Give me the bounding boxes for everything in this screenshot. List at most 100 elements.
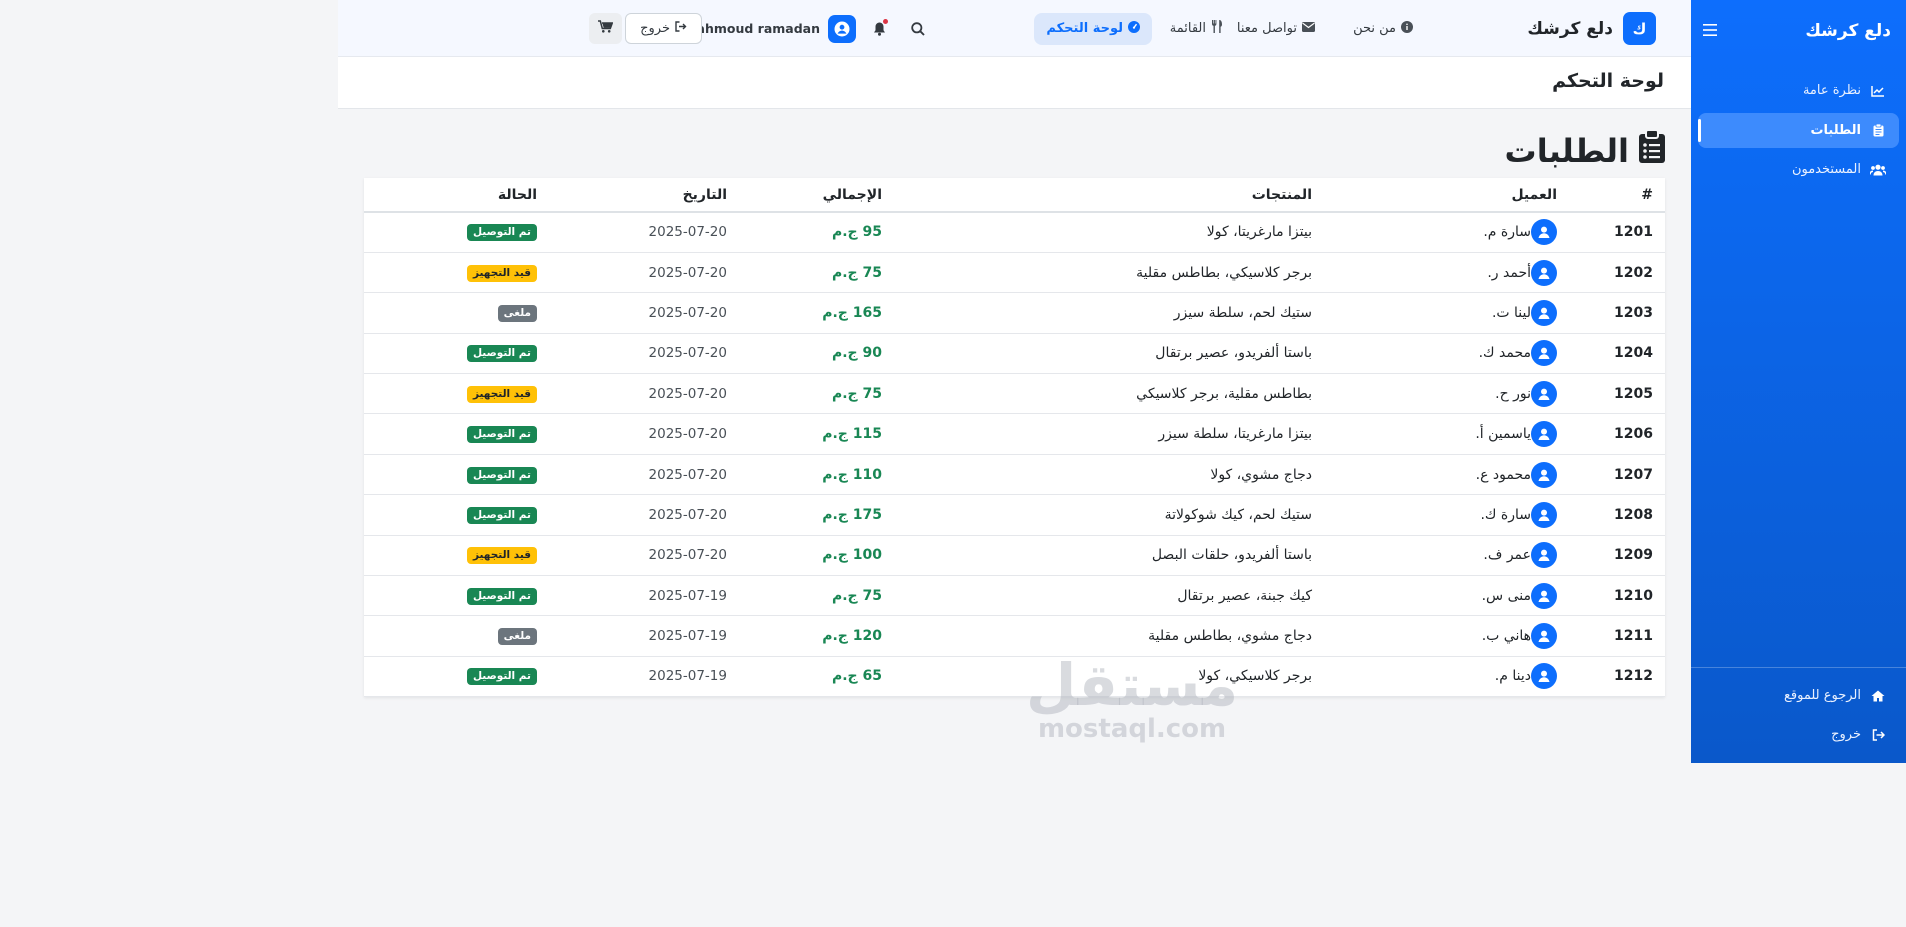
client-name: سارة ك.	[1480, 506, 1531, 523]
order-total: 115 ج.م	[735, 413, 890, 455]
logout-button[interactable]: خروج	[625, 13, 702, 44]
status-badge: ملغى	[497, 628, 537, 646]
nav-dashboard[interactable]: لوحة التحكم	[1034, 0, 1152, 57]
order-date: 2025-07-20	[545, 413, 735, 455]
client: سارة م.	[1328, 219, 1557, 246]
clipboard-icon	[1869, 124, 1887, 137]
order-total: 75 ج.م	[735, 373, 890, 415]
nav-label: القائمة	[1169, 21, 1206, 36]
order-id: 1202	[1565, 252, 1665, 294]
sidebar-item-overview[interactable]: نظرة عامة	[1698, 73, 1899, 108]
table-row[interactable]: 1202 أحمد ر. برجر كلاسيكي، بطاطس مقلية 75 ج…	[364, 252, 1665, 294]
client: هاني ب.	[1328, 623, 1557, 650]
order-status-cell: قيد التجهيز	[364, 373, 545, 415]
sidebar-item-logout[interactable]: خروج	[1698, 717, 1899, 752]
sign-out-icon	[1869, 728, 1887, 741]
table-row[interactable]: 1204 محمد ك. باستا ألفريدو، عصير برتقال 90 …	[364, 333, 1665, 375]
client-name: دينا م.	[1494, 668, 1531, 685]
column-header-date[interactable]: التاريخ	[545, 178, 735, 213]
client: محمد ك.	[1328, 340, 1557, 367]
order-date: 2025-07-20	[545, 494, 735, 536]
nav-about[interactable]: من نحن	[1353, 0, 1413, 57]
orders-heading: الطلبات	[1505, 129, 1665, 171]
client: عمر ف.	[1328, 542, 1557, 569]
client-name: هاني ب.	[1481, 628, 1531, 645]
sidebar-item-label: الرجوع للموقع	[1783, 688, 1861, 703]
sidebar: دلع كرشك نظرة عامة الطلبات المستخدمون ال…	[1691, 0, 1906, 763]
sidebar-item-back-to-site[interactable]: الرجوع للموقع	[1698, 678, 1899, 713]
column-header-products[interactable]: المنتجات	[890, 178, 1320, 213]
user-menu[interactable]: mahmoud ramadan	[683, 0, 856, 57]
client-name: عمر ف.	[1483, 547, 1531, 564]
search-button[interactable]	[905, 0, 931, 57]
order-client-cell: عمر ف.	[1320, 535, 1565, 577]
column-header-total[interactable]: الإجمالي	[735, 178, 890, 213]
client-name: محمد ك.	[1478, 345, 1531, 362]
brand[interactable]: ك دلع كرشك	[1527, 0, 1656, 57]
table-row[interactable]: 1207 محمود ع. دجاج مشوي، كولا 110 ج.م 2025-0…	[364, 454, 1665, 496]
sidebar-item-users[interactable]: المستخدمون	[1698, 152, 1899, 187]
sidebar-item-orders[interactable]: الطلبات	[1698, 113, 1899, 148]
order-status-cell: تم التوصيل	[364, 575, 545, 617]
user-avatar-icon	[1531, 299, 1557, 326]
order-date: 2025-07-20	[545, 454, 735, 496]
table-row[interactable]: 1201 سارة م. بيتزا مارغريتا، كولا 95 ج.م 202…	[364, 212, 1665, 253]
menu-toggle-icon[interactable]	[1703, 21, 1717, 41]
order-products: برجر كلاسيكي، بطاطس مقلية	[890, 252, 1320, 294]
logout-label: خروج	[640, 21, 670, 36]
column-header-status[interactable]: الحالة	[364, 178, 545, 213]
order-products: دجاج مشوي، بطاطس مقلية	[890, 615, 1320, 657]
top-navbar: ك دلع كرشك من نحن تواصل معنا القائمة لوح…	[338, 0, 1691, 57]
order-status-cell: تم التوصيل	[364, 333, 545, 375]
nav-contact[interactable]: تواصل معنا	[1237, 0, 1315, 57]
order-date: 2025-07-20	[545, 292, 735, 334]
user-avatar-icon	[1531, 421, 1557, 448]
column-header-client[interactable]: العميل	[1320, 178, 1565, 213]
table-row[interactable]: 1203 لينا ت. ستيك لحم، سلطة سيزر 165 ج.م 202…	[364, 292, 1665, 334]
order-products: بطاطس مقلية، برجر كلاسيكي	[890, 373, 1320, 415]
user-avatar-icon	[1531, 219, 1557, 246]
table-row[interactable]: 1211 هاني ب. دجاج مشوي، بطاطس مقلية 120 ج.م…	[364, 615, 1665, 657]
column-header-id[interactable]: #	[1565, 178, 1665, 213]
client-name: أحمد ر.	[1487, 264, 1531, 281]
table-row[interactable]: 1208 سارة ك. ستيك لحم، كيك شوكولاتة 175 ج.م…	[364, 494, 1665, 536]
order-client-cell: سارة م.	[1320, 212, 1565, 253]
order-client-cell: هاني ب.	[1320, 615, 1565, 657]
order-products: ستيك لحم، سلطة سيزر	[890, 292, 1320, 334]
sidebar-header: دلع كرشك	[1691, 0, 1906, 62]
table-row[interactable]: 1212 دينا م. برجر كلاسيكي، كولا 65 ج.م 2025-…	[364, 656, 1665, 698]
table-row[interactable]: 1210 منى س. كيك جبنة، عصير برتقال 75 ج.م 202…	[364, 575, 1665, 617]
notifications-button[interactable]	[866, 0, 892, 57]
status-badge: ملغى	[497, 304, 537, 322]
order-total: 75 ج.م	[735, 575, 890, 617]
cart-button[interactable]	[589, 13, 622, 44]
brand-name: دلع كرشك	[1527, 18, 1613, 39]
order-status-cell: تم التوصيل	[364, 454, 545, 496]
status-badge: تم التوصيل	[466, 668, 537, 686]
table-row[interactable]: 1209 عمر ف. باستا ألفريدو، حلقات البصل 100 …	[364, 535, 1665, 577]
order-id: 1210	[1565, 575, 1665, 617]
user-avatar-icon	[1531, 340, 1557, 367]
status-badge: تم التوصيل	[466, 426, 537, 444]
user-avatar-icon	[828, 14, 856, 43]
order-products: ستيك لحم، كيك شوكولاتة	[890, 494, 1320, 536]
table-row[interactable]: 1206 ياسمين أ. بيتزا مارغريتا، سلطة سيزر 11…	[364, 413, 1665, 455]
order-products: باستا ألفريدو، عصير برتقال	[890, 333, 1320, 375]
order-products: دجاج مشوي، كولا	[890, 454, 1320, 496]
order-total: 90 ج.م	[735, 333, 890, 375]
client: سارة ك.	[1328, 501, 1557, 528]
client: منى س.	[1328, 582, 1557, 609]
sidebar-brand[interactable]: دلع كرشك	[1805, 21, 1891, 41]
table-row[interactable]: 1205 نور ح. بطاطس مقلية، برجر كلاسيكي 75 ج.…	[364, 373, 1665, 415]
client: نور ح.	[1328, 380, 1557, 407]
order-total: 65 ج.م	[735, 656, 890, 698]
sidebar-item-label: نظرة عامة	[1802, 83, 1861, 98]
user-name: mahmoud ramadan	[683, 21, 820, 36]
order-client-cell: أحمد ر.	[1320, 252, 1565, 294]
home-icon	[1869, 690, 1887, 702]
watermark-latin: mostaql.com	[1037, 714, 1227, 744]
client: ياسمين أ.	[1328, 421, 1557, 448]
nav-menu[interactable]: القائمة	[1170, 0, 1223, 57]
order-products: بيتزا مارغريتا، كولا	[890, 212, 1320, 253]
order-date: 2025-07-20	[545, 373, 735, 415]
